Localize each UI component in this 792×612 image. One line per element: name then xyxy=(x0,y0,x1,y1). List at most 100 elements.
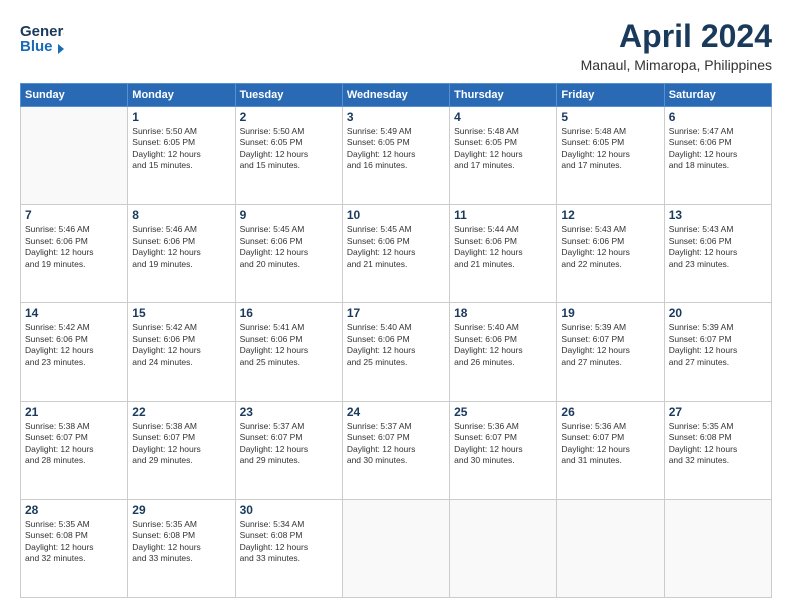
day-number: 24 xyxy=(347,405,445,419)
day-info: Sunrise: 5:43 AM Sunset: 6:06 PM Dayligh… xyxy=(669,224,767,270)
header: General Blue April 2024 Manaul, Mimaropa… xyxy=(20,18,772,73)
day-number: 20 xyxy=(669,306,767,320)
table-row: 9Sunrise: 5:45 AM Sunset: 6:06 PM Daylig… xyxy=(235,205,342,303)
day-number: 21 xyxy=(25,405,123,419)
day-info: Sunrise: 5:41 AM Sunset: 6:06 PM Dayligh… xyxy=(240,322,338,368)
col-tuesday: Tuesday xyxy=(235,84,342,107)
main-title: April 2024 xyxy=(581,18,772,55)
table-row: 17 Sunrise: 5:40 AM Sunset: 6:06 PM Dayli… xyxy=(342,303,449,401)
table-row: 14 Sunrise: 5:42 AM Sunset: 6:06 PM Dayli… xyxy=(21,303,128,401)
table-row: 29Sunrise: 5:35 AM Sunset: 6:08 PM Dayli… xyxy=(128,499,235,597)
table-row xyxy=(450,499,557,597)
page: General Blue April 2024 Manaul, Mimaropa… xyxy=(0,0,792,612)
day-info: Sunrise: 5:42 AM Sunset: 6:06 PM Dayligh… xyxy=(132,322,230,368)
table-row: 22 Sunrise: 5:38 AM Sunset: 6:07 PM Dayli… xyxy=(128,401,235,499)
col-friday: Friday xyxy=(557,84,664,107)
day-info: Sunrise: 5:35 AM Sunset: 6:08 PM Dayligh… xyxy=(669,421,767,467)
day-number: 15 xyxy=(132,306,230,320)
day-number: 14 xyxy=(25,306,123,320)
table-row: 25 Sunrise: 5:36 AM Sunset: 6:07 PM Dayli… xyxy=(450,401,557,499)
calendar-week-row: 14 Sunrise: 5:42 AM Sunset: 6:06 PM Dayli… xyxy=(21,303,772,401)
logo: General Blue xyxy=(20,18,64,58)
day-info: Sunrise: 5:39 AM Sunset: 6:07 PM Dayligh… xyxy=(561,322,659,368)
table-row xyxy=(664,499,771,597)
day-number: 11 xyxy=(454,208,552,222)
calendar-week-row: 7 Sunrise: 5:46 AM Sunset: 6:06 PM Daylig… xyxy=(21,205,772,303)
day-number: 10 xyxy=(347,208,445,222)
table-row: 27Sunrise: 5:35 AM Sunset: 6:08 PM Dayli… xyxy=(664,401,771,499)
table-row: 30 Sunrise: 5:34 AM Sunset: 6:08 PM Dayli… xyxy=(235,499,342,597)
table-row: 16 Sunrise: 5:41 AM Sunset: 6:06 PM Dayli… xyxy=(235,303,342,401)
day-number: 4 xyxy=(454,110,552,124)
table-row: 18Sunrise: 5:40 AM Sunset: 6:06 PM Dayli… xyxy=(450,303,557,401)
day-number: 16 xyxy=(240,306,338,320)
day-info: Sunrise: 5:50 AM Sunset: 6:05 PM Dayligh… xyxy=(240,126,338,172)
title-section: April 2024 Manaul, Mimaropa, Philippines xyxy=(581,18,772,73)
table-row: 3 Sunrise: 5:49 AM Sunset: 6:05 PM Daylig… xyxy=(342,107,449,205)
table-row: 13 Sunrise: 5:43 AM Sunset: 6:06 PM Dayli… xyxy=(664,205,771,303)
table-row: 19 Sunrise: 5:39 AM Sunset: 6:07 PM Dayli… xyxy=(557,303,664,401)
table-row: 8Sunrise: 5:46 AM Sunset: 6:06 PM Daylig… xyxy=(128,205,235,303)
day-info: Sunrise: 5:49 AM Sunset: 6:05 PM Dayligh… xyxy=(347,126,445,172)
table-row: 6 Sunrise: 5:47 AM Sunset: 6:06 PM Daylig… xyxy=(664,107,771,205)
day-info: Sunrise: 5:43 AM Sunset: 6:06 PM Dayligh… xyxy=(561,224,659,270)
table-row xyxy=(342,499,449,597)
day-info: Sunrise: 5:42 AM Sunset: 6:06 PM Dayligh… xyxy=(25,322,123,368)
day-info: Sunrise: 5:40 AM Sunset: 6:06 PM Dayligh… xyxy=(454,322,552,368)
day-info: Sunrise: 5:45 AM Sunset: 6:06 PM Dayligh… xyxy=(347,224,445,270)
day-number: 29 xyxy=(132,503,230,517)
table-row xyxy=(557,499,664,597)
day-number: 25 xyxy=(454,405,552,419)
table-row: 10 Sunrise: 5:45 AM Sunset: 6:06 PM Dayli… xyxy=(342,205,449,303)
table-row: 23 Sunrise: 5:37 AM Sunset: 6:07 PM Dayli… xyxy=(235,401,342,499)
day-number: 5 xyxy=(561,110,659,124)
day-info: Sunrise: 5:34 AM Sunset: 6:08 PM Dayligh… xyxy=(240,519,338,565)
day-info: Sunrise: 5:37 AM Sunset: 6:07 PM Dayligh… xyxy=(240,421,338,467)
day-info: Sunrise: 5:36 AM Sunset: 6:07 PM Dayligh… xyxy=(454,421,552,467)
day-info: Sunrise: 5:38 AM Sunset: 6:07 PM Dayligh… xyxy=(25,421,123,467)
calendar-header-row: Sunday Monday Tuesday Wednesday Thursday… xyxy=(21,84,772,107)
day-info: Sunrise: 5:48 AM Sunset: 6:05 PM Dayligh… xyxy=(561,126,659,172)
calendar-week-row: 1 Sunrise: 5:50 AM Sunset: 6:05 PM Daylig… xyxy=(21,107,772,205)
calendar-table: Sunday Monday Tuesday Wednesday Thursday… xyxy=(20,83,772,598)
day-number: 3 xyxy=(347,110,445,124)
day-info: Sunrise: 5:45 AM Sunset: 6:06 PM Dayligh… xyxy=(240,224,338,270)
logo-icon: General Blue xyxy=(20,18,64,58)
day-number: 2 xyxy=(240,110,338,124)
table-row: 11 Sunrise: 5:44 AM Sunset: 6:06 PM Dayli… xyxy=(450,205,557,303)
day-number: 22 xyxy=(132,405,230,419)
table-row: 7 Sunrise: 5:46 AM Sunset: 6:06 PM Daylig… xyxy=(21,205,128,303)
table-row: 26Sunrise: 5:36 AM Sunset: 6:07 PM Dayli… xyxy=(557,401,664,499)
day-number: 1 xyxy=(132,110,230,124)
table-row: 20 Sunrise: 5:39 AM Sunset: 6:07 PM Dayli… xyxy=(664,303,771,401)
table-row: 4 Sunrise: 5:48 AM Sunset: 6:05 PM Daylig… xyxy=(450,107,557,205)
day-info: Sunrise: 5:38 AM Sunset: 6:07 PM Dayligh… xyxy=(132,421,230,467)
calendar-week-row: 28 Sunrise: 5:35 AM Sunset: 6:08 PM Dayli… xyxy=(21,499,772,597)
table-row: 28 Sunrise: 5:35 AM Sunset: 6:08 PM Dayli… xyxy=(21,499,128,597)
day-number: 23 xyxy=(240,405,338,419)
day-info: Sunrise: 5:35 AM Sunset: 6:08 PM Dayligh… xyxy=(25,519,123,565)
col-thursday: Thursday xyxy=(450,84,557,107)
day-number: 28 xyxy=(25,503,123,517)
day-number: 30 xyxy=(240,503,338,517)
table-row: 1 Sunrise: 5:50 AM Sunset: 6:05 PM Daylig… xyxy=(128,107,235,205)
day-number: 19 xyxy=(561,306,659,320)
day-info: Sunrise: 5:40 AM Sunset: 6:06 PM Dayligh… xyxy=(347,322,445,368)
table-row: 15 Sunrise: 5:42 AM Sunset: 6:06 PM Dayli… xyxy=(128,303,235,401)
day-number: 13 xyxy=(669,208,767,222)
day-info: Sunrise: 5:39 AM Sunset: 6:07 PM Dayligh… xyxy=(669,322,767,368)
day-info: Sunrise: 5:46 AM Sunset: 6:06 PM Dayligh… xyxy=(25,224,123,270)
calendar-week-row: 21 Sunrise: 5:38 AM Sunset: 6:07 PM Dayli… xyxy=(21,401,772,499)
day-info: Sunrise: 5:44 AM Sunset: 6:06 PM Dayligh… xyxy=(454,224,552,270)
day-number: 17 xyxy=(347,306,445,320)
table-row: 12Sunrise: 5:43 AM Sunset: 6:06 PM Dayli… xyxy=(557,205,664,303)
col-wednesday: Wednesday xyxy=(342,84,449,107)
day-number: 6 xyxy=(669,110,767,124)
day-info: Sunrise: 5:48 AM Sunset: 6:05 PM Dayligh… xyxy=(454,126,552,172)
day-number: 8 xyxy=(132,208,230,222)
subtitle: Manaul, Mimaropa, Philippines xyxy=(581,57,772,73)
day-number: 7 xyxy=(25,208,123,222)
table-row xyxy=(21,107,128,205)
day-info: Sunrise: 5:47 AM Sunset: 6:06 PM Dayligh… xyxy=(669,126,767,172)
day-info: Sunrise: 5:50 AM Sunset: 6:05 PM Dayligh… xyxy=(132,126,230,172)
